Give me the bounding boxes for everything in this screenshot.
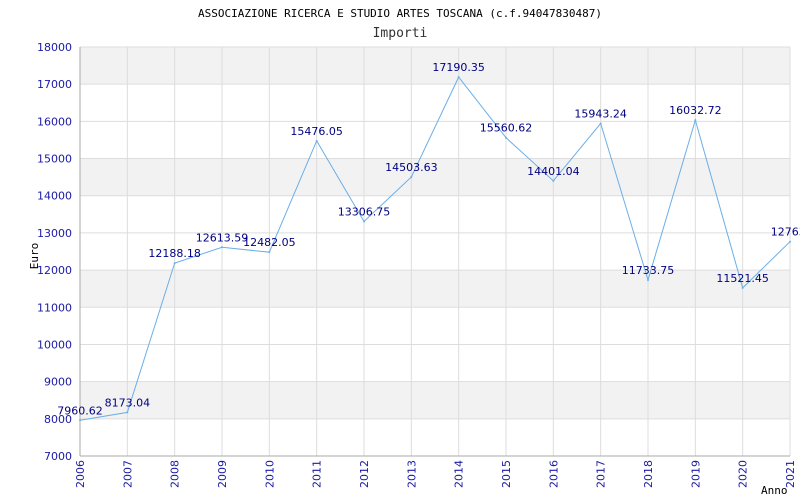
y-tick-label: 9000 — [44, 376, 72, 389]
data-label: 12482.05 — [243, 236, 296, 249]
data-point — [457, 76, 460, 79]
data-label: 15560.62 — [480, 122, 533, 135]
x-tick-label: 2014 — [453, 460, 466, 488]
y-tick-label: 18000 — [37, 41, 72, 54]
data-point — [552, 179, 555, 182]
grid-band — [80, 270, 790, 308]
y-tick-label: 11000 — [37, 301, 72, 314]
data-point — [363, 220, 365, 223]
data-label: 12188.18 — [148, 247, 201, 260]
y-tick-labels: 7000800090001000011000120001300014000150… — [37, 41, 72, 463]
data-point — [79, 419, 81, 422]
data-label: 13306.75 — [338, 206, 391, 219]
data-point — [221, 246, 223, 249]
chart-title: ASSOCIAZIONE RICERCA E STUDIO ARTES TOSC… — [198, 7, 602, 20]
x-tick-label: 2018 — [642, 460, 655, 488]
x-tick-label: 2016 — [547, 460, 560, 488]
data-label: 14401.04 — [527, 165, 580, 178]
data-labels-group: 7960.628173.04 12188.18 12613.5912482.05 15… — [57, 61, 800, 417]
x-tick-label: 2011 — [311, 460, 324, 488]
data-label: 15476.05 — [290, 125, 343, 138]
data-point — [173, 262, 176, 265]
chart-subtitle: Importi — [373, 26, 428, 41]
x-tick-label: 2017 — [595, 460, 608, 488]
data-point — [599, 122, 602, 125]
x-tick-label: 2006 — [74, 460, 87, 488]
data-point — [268, 251, 271, 254]
y-tick-label: 14000 — [37, 190, 72, 203]
data-point — [647, 278, 649, 281]
x-tick-labels: 2006 2007 2008 2009 2010 2011 2012 2013 2014 2015… — [74, 460, 797, 488]
y-tick-label: 12000 — [37, 264, 72, 277]
x-tick-label: 2013 — [405, 460, 418, 488]
x-tick-label: 2015 — [500, 460, 513, 488]
data-label: 15943.24 — [574, 107, 627, 120]
data-point — [741, 286, 744, 289]
data-point — [694, 119, 697, 122]
y-axis-label: Euro — [28, 243, 41, 270]
y-tick-label: 13000 — [37, 227, 72, 240]
data-label: 11521.45 — [716, 272, 769, 285]
x-tick-label: 2008 — [169, 460, 182, 488]
x-tick-label: 2020 — [737, 460, 750, 488]
data-label: 12763. — [771, 226, 800, 239]
x-axis-label: Anno — [761, 484, 788, 497]
line-chart: ASSOCIAZIONE RICERCA E STUDIO ARTES TOSC… — [28, 7, 800, 497]
y-tick-label: 7000 — [44, 450, 72, 463]
data-label: 7960.62 — [57, 404, 103, 417]
data-point — [505, 136, 507, 139]
data-label: 14503.63 — [385, 161, 438, 174]
data-point — [126, 411, 129, 414]
x-tick-label: 2009 — [216, 460, 229, 488]
data-label: 11733.75 — [622, 264, 675, 277]
x-tick-label: 2019 — [689, 460, 702, 488]
y-tick-label: 15000 — [37, 153, 72, 166]
data-label: 12613.59 — [196, 231, 249, 244]
data-point — [410, 176, 413, 179]
data-point — [789, 240, 791, 243]
x-tick-label: 2007 — [121, 460, 134, 488]
grid-band — [80, 381, 790, 419]
y-tick-label: 16000 — [37, 115, 72, 128]
data-label: 8173.04 — [105, 396, 151, 409]
x-tick-label: 2012 — [358, 460, 371, 488]
data-label: 16032.72 — [669, 104, 722, 117]
data-label: 17190.35 — [432, 61, 485, 74]
x-tick-label: 2010 — [263, 460, 276, 488]
y-tick-label: 10000 — [37, 338, 72, 351]
y-tick-label: 17000 — [37, 78, 72, 91]
data-point — [315, 139, 318, 142]
